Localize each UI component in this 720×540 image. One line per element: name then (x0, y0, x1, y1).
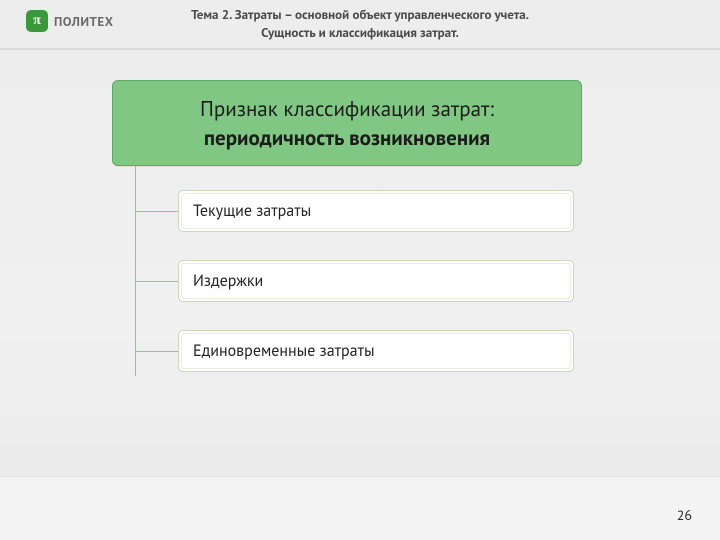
slide-header: π ПОЛИТЕХ Тема 2. Затраты – основной объ… (0, 0, 720, 50)
classification-root-box: Признак классификации затрат: периодично… (112, 80, 582, 166)
tree-connector-h2 (135, 281, 178, 282)
tree-connector-vertical (135, 166, 136, 376)
tree-child-3: Единовременные затраты (178, 330, 574, 372)
tree-child-1-label: Текущие затраты (193, 201, 311, 221)
tree-child-2-label: Издержки (193, 271, 263, 291)
tree-child-1: Текущие затраты (178, 190, 574, 232)
bottom-band (0, 476, 720, 540)
topic-line-1: Тема 2. Затраты – основной объект управл… (0, 6, 720, 24)
tree-child-2: Издержки (178, 260, 574, 302)
root-line-2: периодичность возникновения (204, 124, 490, 151)
tree-child-3-label: Единовременные затраты (193, 341, 375, 361)
slide-topic: Тема 2. Затраты – основной объект управл… (0, 6, 720, 41)
page-number: 26 (677, 506, 692, 524)
tree-connector-h3 (135, 351, 178, 352)
topic-line-2: Сущность и классификация затрат. (0, 24, 720, 42)
slide-body: Признак классификации затрат: периодично… (0, 50, 720, 540)
root-line-1: Признак классификации затрат: (200, 95, 494, 122)
tree-connector-h1 (135, 211, 178, 212)
